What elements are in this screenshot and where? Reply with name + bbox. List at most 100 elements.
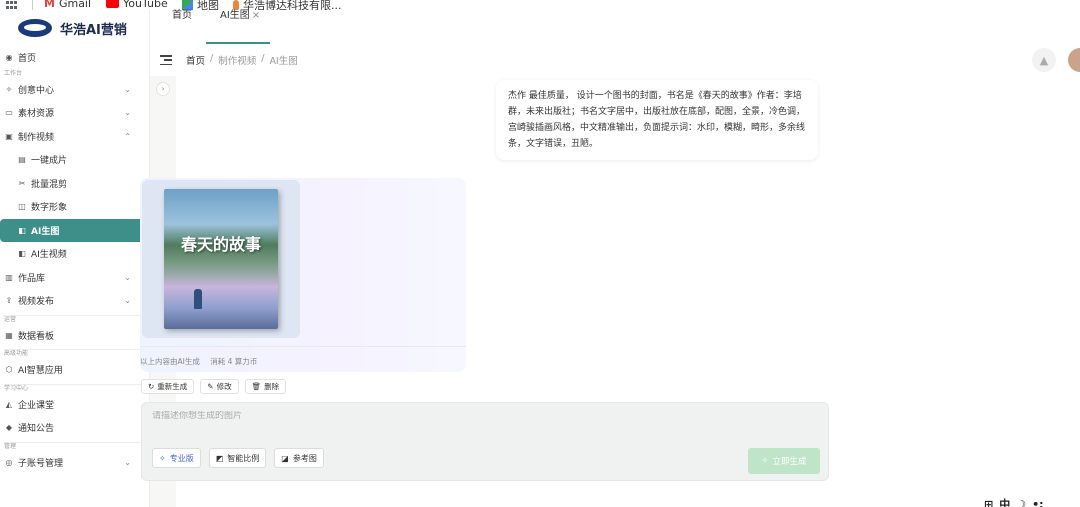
girl-figure [194,289,202,309]
user-circle-icon: ◎ [5,457,13,467]
cost-note: 消耗 4 算力币 [210,357,258,366]
breadcrumb-video[interactable]: 制作视频 [218,53,256,67]
composer-tools: ✧ 专业版 ◩ 智能比例 ◪ 参考图 [152,448,324,468]
user-prompt-bubble: 杰作 最佳质量， 设计一个图书的封面，书名是《春天的故事》作者：李培群，未来出版… [496,80,818,160]
breadcrumb: 首页 / 制作视频 / AI生图 [186,53,298,67]
breadcrumb-separator: / [210,53,214,64]
chart-icon: ▦ [5,330,13,340]
breadcrumb-current: AI生图 [269,56,298,67]
aspect-ratio-icon: ◩ [215,453,224,463]
breadcrumb-home[interactable]: 首页 [186,53,205,67]
sidebar-item-publish[interactable]: ⇪ 视频发布 ⌄ [0,289,149,313]
result-card: 春天的故事 以上内容由AI生成 消耗 4 算力币 [140,178,466,372]
expand-panel-button[interactable]: › [156,82,170,96]
edit-icon: ✎ [207,382,214,391]
bookmark-gmail[interactable]: M Gmail [44,0,91,10]
trash-icon: 🗑 [251,382,262,391]
prompt-input[interactable] [152,411,752,421]
chevron-down-icon: ⌄ [124,272,131,282]
lightbulb-icon: ✧ [5,84,13,94]
sidebar-item-notice[interactable]: ◆ 通知公告 [0,416,149,440]
hexagon-icon: ⬡ [5,365,13,375]
gmail-icon: M [44,0,55,10]
sidebar-item-ai-apps[interactable]: ⬡ AI智慧应用 [0,358,149,382]
scissors-icon: ✂ [18,178,26,188]
sidebar-item-home[interactable]: ◉ 首页 [0,46,149,70]
sidebar-item-works[interactable]: ▥ 作品库 ⌄ [0,266,149,290]
group-label-workspace: 工作台 [4,69,23,77]
chevron-down-icon: ⌄ [124,296,131,305]
bookmarks-bar: M Gmail YouTube 地图 华浩博达科技有限... [0,0,1080,10]
avatar[interactable] [1068,48,1080,72]
ratio-button[interactable]: ◩ 智能比例 [208,448,267,468]
result-actions: ↻ 重新生成 ✎ 修改 🗑 删除 [141,379,287,394]
pro-mode-button[interactable]: ✧ 专业版 [152,448,201,468]
sidebar-item-ai-image[interactable]: ◧ AI生图 [0,218,144,242]
bell-icon: ◆ [5,423,13,433]
sidebar: 华浩AI营销 ◉ 首页 工作台 ✧ 创意中心 ⌄ ▭ 素材资源 ⌄ ▣ 制作视频… [0,10,150,507]
tab-ai-image[interactable]: AI生图 × [220,6,260,21]
group-label-operation: 运营 [4,315,17,323]
sidebar-item-video[interactable]: ▣ 制作视频 ⌃ [0,125,149,149]
group-label-learning: 学习中心 [4,384,29,392]
chevron-up-icon: ⌃ [124,131,131,141]
chevron-down-icon: ⌄ [124,457,131,467]
upload-icon: ⇪ [5,296,13,306]
sidebar-item-classroom[interactable]: ◭ 企业课堂 [0,393,149,417]
sidebar-item-assets[interactable]: ▭ 素材资源 ⌄ [0,101,149,125]
brand-name: 华浩AI营销 [60,22,127,38]
image-icon: ◧ [18,225,26,235]
apps-grid-icon[interactable] [6,0,18,9]
dashboard-icon: ◉ [5,53,13,63]
regenerate-button[interactable]: ↻ 重新生成 [141,379,195,394]
generate-button[interactable]: ✧ 立即生成 [748,448,820,474]
chevron-down-icon: ⌄ [124,108,131,117]
camera-icon: ◫ [18,202,26,212]
ai-note: 以上内容由AI生成 消耗 4 算力币 [140,356,265,367]
sidebar-item-sub-accounts[interactable]: ◎ 子账号管理 ⌄ [0,451,149,475]
folder-icon: ▭ [5,108,13,118]
sparkle-icon: ✧ [761,456,769,466]
edit-button[interactable]: ✎ 修改 [200,379,239,394]
tab-home[interactable]: 首页 [172,6,192,21]
refresh-icon: ↻ [148,382,155,391]
library-icon: ▥ [5,272,13,282]
image-icon: ◪ [281,453,289,463]
header-actions: ▲ [1032,48,1080,72]
image-icon: ◧ [18,249,26,259]
group-label-management: 管理 [4,442,17,450]
book-cover-title: 春天的故事 [180,235,261,254]
graduation-cap-icon: ◭ [5,399,13,409]
ime-mode-label[interactable]: 中 [999,496,1010,507]
youtube-icon [106,0,119,8]
mountain-icon[interactable]: ▲ [1032,48,1056,72]
grid-icon[interactable]: ⊞ [984,498,993,507]
group-label-advanced: 高级功能 [4,350,29,357]
sidebar-item-ai-video[interactable]: ◧ AI生视频 [0,242,149,266]
punctuation-icon[interactable]: •: [1032,498,1043,507]
menu-fold-icon[interactable] [160,55,172,65]
sidebar-item-one-click[interactable]: ▤ 一键成片 [0,148,149,172]
reference-image-button[interactable]: ◪ 参考图 [274,448,324,468]
chevron-right-icon: › [161,85,165,93]
sidebar-item-batch-mix[interactable]: ✂ 批量混剪 [0,172,149,196]
sidebar-item-creative[interactable]: ✧ 创意中心 ⌄ [0,78,149,102]
close-icon[interactable]: × [252,10,260,21]
sidebar-item-digital-human[interactable]: ◫ 数字形象 [0,195,149,219]
sparkle-icon: ✧ [159,453,166,463]
video-icon: ▤ [18,155,26,165]
delete-button[interactable]: 🗑 删除 [244,379,287,394]
moon-icon[interactable]: ☽ [1016,498,1026,507]
card-divider [140,346,466,347]
ai-generated-note: 以上内容由AI生成 [140,357,200,366]
bookmarks-separator [32,0,33,10]
chevron-down-icon: ⌄ [124,84,131,94]
page-tabs: 首页 AI生图 × [150,10,1080,44]
film-icon: ▣ [5,131,13,141]
generated-image[interactable]: 春天的故事 [142,180,300,338]
brand-logo[interactable]: 华浩AI营销 [0,10,149,46]
bookmark-youtube[interactable]: YouTube [106,0,168,10]
sidebar-item-dashboard[interactable]: ▦ 数据看板 [0,324,149,348]
page-header: 首页 / 制作视频 / AI生图 ▲ [150,44,1080,76]
brand-logo-icon [18,19,52,37]
